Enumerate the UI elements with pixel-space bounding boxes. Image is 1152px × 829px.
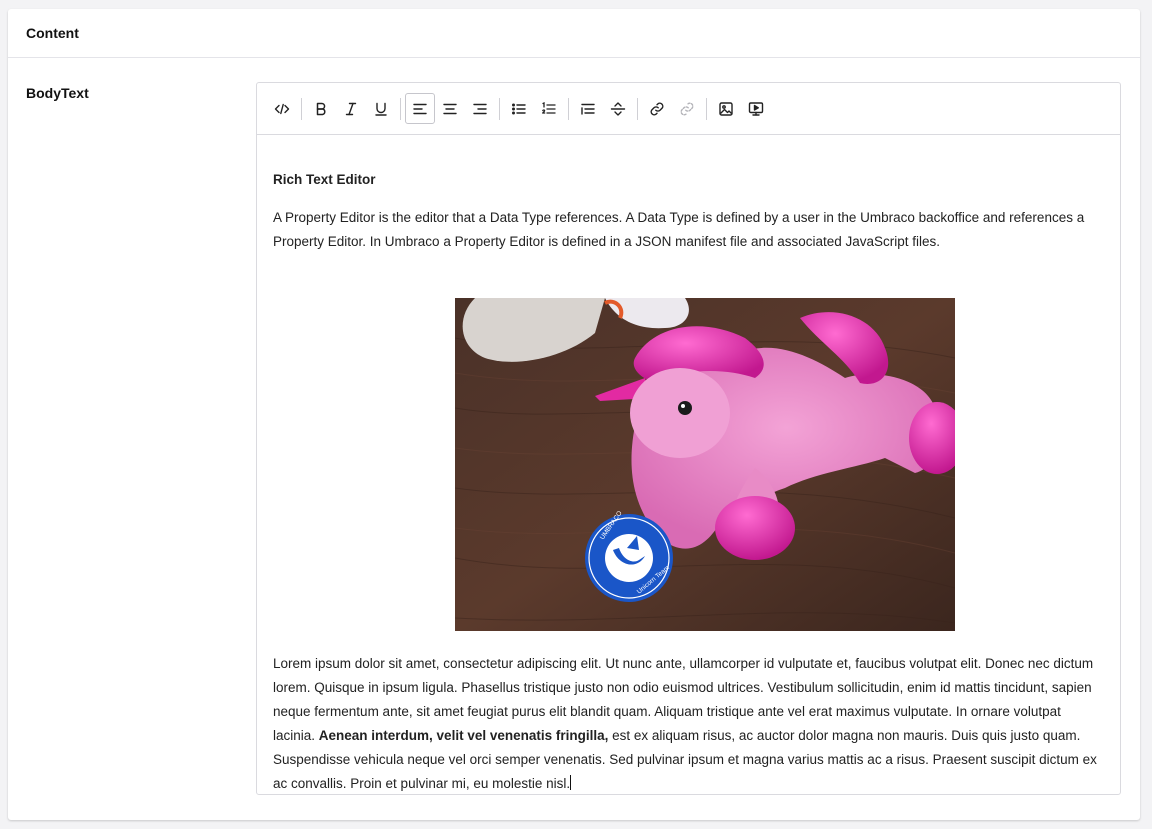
editor-content[interactable]: Rich Text Editor A Property Editor is th… xyxy=(273,168,1104,791)
numbered-list-icon xyxy=(542,101,556,114)
toolbar-divider xyxy=(637,97,638,120)
content-card: Content BodyText Rich Text Editor A Prop… xyxy=(8,9,1140,820)
toolbar-divider xyxy=(706,97,707,120)
property-label: BodyText xyxy=(26,85,89,101)
underline-icon xyxy=(375,102,387,116)
editor-toolbar xyxy=(257,83,1120,135)
insert-image-icon xyxy=(719,101,733,116)
toolbar-divider xyxy=(301,97,302,120)
text-caret xyxy=(570,775,572,790)
italic-button[interactable] xyxy=(336,93,366,124)
horizontal-rule-icon xyxy=(610,101,626,116)
align-right-button[interactable] xyxy=(465,93,495,124)
unicorn-photo: UMBRACO Unicorn Team xyxy=(455,298,955,631)
blockquote-icon xyxy=(581,103,595,115)
numbered-list-button[interactable] xyxy=(534,93,564,124)
rich-text-editor[interactable]: Rich Text Editor A Property Editor is th… xyxy=(256,82,1121,795)
content-paragraph: Lorem ipsum dolor sit amet, consectetur … xyxy=(273,652,1104,796)
link-icon xyxy=(650,102,664,115)
paragraph-bold-text: Aenean interdum, velit vel venenatis fri… xyxy=(318,728,609,743)
bold-button[interactable] xyxy=(306,93,336,124)
toolbar-divider xyxy=(400,97,401,120)
link-button[interactable] xyxy=(642,93,672,124)
card-header: Content xyxy=(8,9,1140,58)
blockquote-button[interactable] xyxy=(573,93,603,124)
align-center-button[interactable] xyxy=(435,93,465,124)
underline-button[interactable] xyxy=(366,93,396,124)
align-center-icon xyxy=(443,103,457,114)
toolbar-divider xyxy=(499,97,500,120)
source-code-icon xyxy=(274,103,290,114)
bold-icon xyxy=(316,102,326,115)
align-right-icon xyxy=(473,103,487,114)
align-left-button[interactable] xyxy=(405,93,435,124)
embed-media-button[interactable] xyxy=(741,93,771,124)
insert-image-button[interactable] xyxy=(711,93,741,124)
unlink-icon xyxy=(680,102,694,115)
toolbar-divider xyxy=(568,97,569,120)
align-left-icon xyxy=(413,103,427,114)
embed-media-icon xyxy=(748,101,764,116)
content-image[interactable]: UMBRACO Unicorn Team xyxy=(455,298,955,631)
unlink-button[interactable] xyxy=(672,93,702,124)
card-title: Content xyxy=(26,25,79,41)
content-paragraph: A Property Editor is the editor that a D… xyxy=(273,210,1085,249)
bullet-list-button[interactable] xyxy=(504,93,534,124)
italic-icon xyxy=(345,102,357,115)
content-heading: Rich Text Editor xyxy=(273,172,376,187)
horizontal-rule-button[interactable] xyxy=(603,93,633,124)
bullet-list-icon xyxy=(512,103,526,114)
source-code-button[interactable] xyxy=(267,93,297,124)
